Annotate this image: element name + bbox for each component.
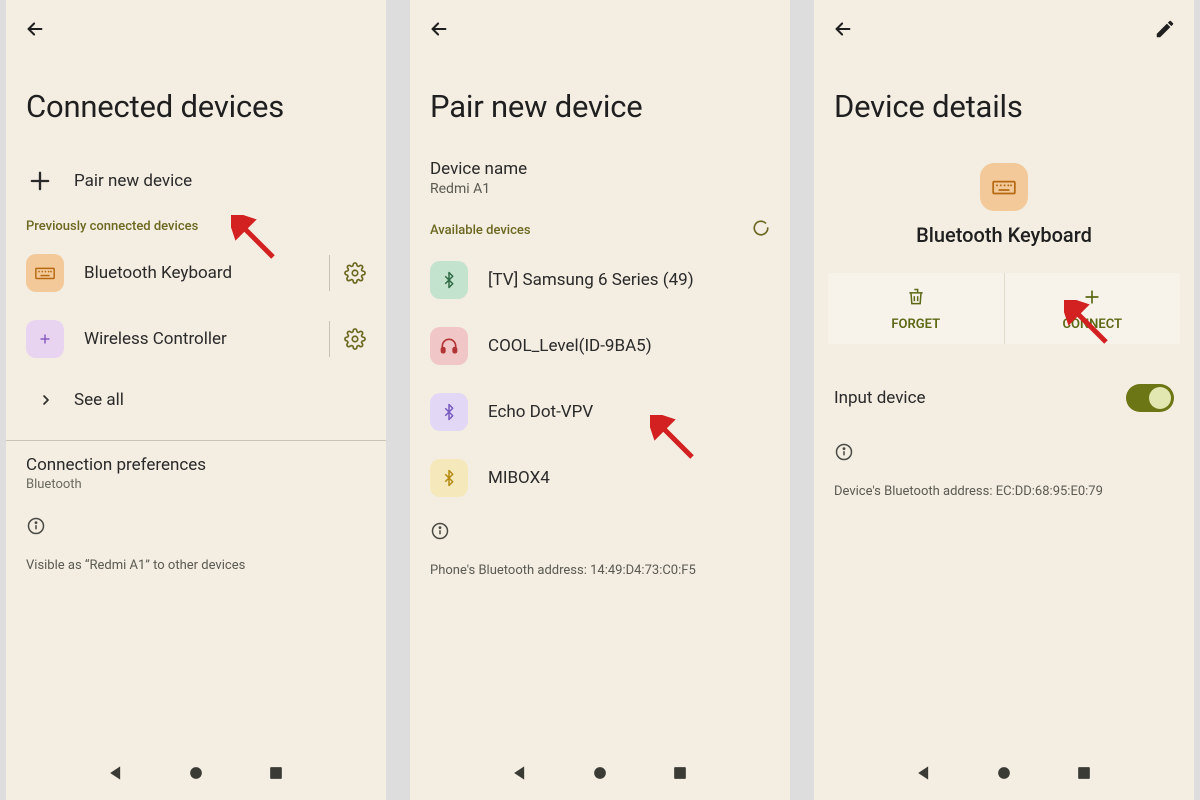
connect-button[interactable]: CONNECT	[1005, 273, 1181, 344]
connection-preferences-row[interactable]: Connection preferences Bluetooth	[6, 441, 386, 506]
screen-connected-devices: Connected devices Pair new device Previo…	[6, 0, 386, 800]
page-title: Pair new device	[410, 48, 790, 153]
device-row-controller[interactable]: Wireless Controller	[6, 306, 386, 372]
available-device-mibox[interactable]: MIBOX4	[410, 445, 790, 511]
keyboard-icon	[980, 163, 1028, 211]
bluetooth-icon	[430, 459, 468, 497]
see-all-label: See all	[74, 390, 366, 410]
pair-new-device-label: Pair new device	[74, 171, 366, 191]
device-label: Wireless Controller	[84, 329, 309, 349]
trash-icon	[906, 287, 926, 311]
chevron-right-icon	[26, 386, 54, 414]
connection-preferences-sub: Bluetooth	[26, 477, 366, 492]
top-bar	[814, 0, 1194, 48]
device-settings-button[interactable]	[329, 255, 366, 291]
nav-back-icon[interactable]	[106, 763, 126, 787]
nav-recent-icon[interactable]	[1074, 763, 1094, 787]
available-device-label: MIBOX4	[488, 468, 770, 488]
pair-new-device-row[interactable]: Pair new device	[6, 153, 386, 209]
device-name-label: Device name	[430, 159, 770, 179]
available-device-tv[interactable]: [TV] Samsung 6 Series (49)	[410, 247, 790, 313]
available-device-label: [TV] Samsung 6 Series (49)	[488, 270, 770, 290]
nav-home-icon[interactable]	[590, 763, 610, 787]
back-arrow-icon[interactable]	[24, 18, 46, 44]
screen-pair-new-device: Pair new device Device name Redmi A1 Ava…	[410, 0, 790, 800]
see-all-row[interactable]: See all	[6, 372, 386, 428]
android-navbar	[410, 754, 790, 800]
bluetooth-icon	[430, 393, 468, 431]
action-bar: FORGET CONNECT	[828, 273, 1180, 344]
page-title: Connected devices	[6, 48, 386, 153]
available-device-headset[interactable]: COOL_Level(ID-9BA5)	[410, 313, 790, 379]
nav-back-icon[interactable]	[914, 763, 934, 787]
connect-label: CONNECT	[1063, 317, 1123, 332]
device-hero: Bluetooth Keyboard	[814, 153, 1194, 261]
plus-icon	[1082, 287, 1102, 311]
visibility-note: Visible as “Redmi A1” to other devices	[6, 550, 386, 573]
bluetooth-icon	[430, 261, 468, 299]
page-title: Device details	[814, 48, 1194, 153]
top-bar	[410, 0, 790, 48]
gamepad-icon	[26, 320, 64, 358]
keyboard-icon	[26, 254, 64, 292]
back-arrow-icon[interactable]	[428, 18, 450, 44]
android-navbar	[814, 754, 1194, 800]
connection-preferences-label: Connection preferences	[26, 455, 366, 475]
available-device-echo[interactable]: Echo Dot-VPV	[410, 379, 790, 445]
headphones-icon	[430, 327, 468, 365]
top-bar	[6, 0, 386, 48]
back-arrow-icon[interactable]	[832, 18, 854, 44]
android-navbar	[6, 754, 386, 800]
device-row-keyboard[interactable]: Bluetooth Keyboard	[6, 240, 386, 306]
screen-device-details: Device details Bluetooth Keyboard FORGET…	[814, 0, 1194, 800]
bluetooth-address-note: Phone's Bluetooth address: 14:49:D4:73:C…	[410, 555, 790, 578]
available-devices-header: Available devices	[430, 223, 531, 238]
info-icon	[6, 506, 386, 550]
nav-back-icon[interactable]	[510, 763, 530, 787]
nav-home-icon[interactable]	[186, 763, 206, 787]
info-icon	[410, 511, 790, 555]
previously-connected-header: Previously connected devices	[6, 209, 386, 240]
device-label: Bluetooth Keyboard	[84, 263, 309, 283]
available-device-label: COOL_Level(ID-9BA5)	[488, 336, 770, 356]
forget-label: FORGET	[891, 317, 940, 332]
forget-button[interactable]: FORGET	[828, 273, 1005, 344]
input-device-label: Input device	[834, 388, 925, 408]
input-device-toggle-row: Input device	[814, 344, 1194, 422]
refresh-icon[interactable]	[752, 219, 770, 241]
nav-home-icon[interactable]	[994, 763, 1014, 787]
available-devices-header-row: Available devices	[410, 211, 790, 247]
available-device-label: Echo Dot-VPV	[488, 402, 770, 422]
device-name-value: Redmi A1	[430, 181, 770, 197]
edit-icon[interactable]	[1154, 18, 1176, 44]
device-settings-button[interactable]	[329, 321, 366, 357]
nav-recent-icon[interactable]	[670, 763, 690, 787]
info-icon	[814, 422, 1194, 476]
device-name: Bluetooth Keyboard	[916, 223, 1092, 247]
plus-icon	[26, 167, 54, 195]
bluetooth-address-note: Device's Bluetooth address: EC:DD:68:95:…	[814, 476, 1194, 499]
device-name-block[interactable]: Device name Redmi A1	[410, 153, 790, 211]
input-device-switch[interactable]	[1126, 384, 1174, 412]
nav-recent-icon[interactable]	[266, 763, 286, 787]
